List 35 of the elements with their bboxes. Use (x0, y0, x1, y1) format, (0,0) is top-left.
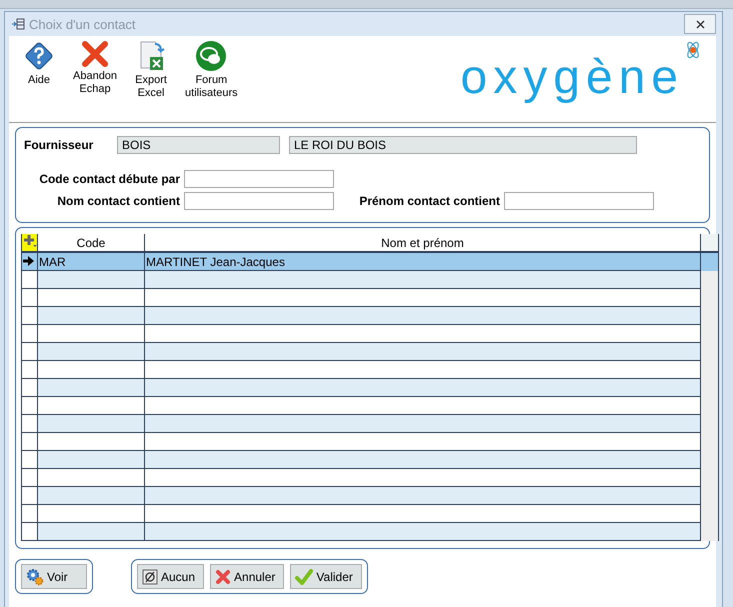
input-field[interactable] (184, 170, 334, 188)
field-label: Fournisseur (24, 138, 94, 152)
supplier-code-field: BOIS (117, 136, 280, 154)
supplier-name-field: LE ROI DU BOIS (289, 136, 637, 154)
row-pointer-icon (23, 256, 34, 266)
logo-text: oxygène (460, 50, 684, 106)
checkmark-icon (295, 568, 314, 584)
action-button[interactable]: Voir (21, 564, 87, 589)
input-field[interactable] (504, 192, 654, 210)
field-label: Code contact débute par (38, 172, 181, 186)
close-button[interactable] (684, 14, 716, 34)
field-label: Prénom contact contient (358, 194, 501, 208)
window-title: Choix d'un contact (29, 16, 137, 32)
gears-icon (26, 568, 44, 586)
toolbar-button[interactable]: Export Excel (129, 40, 174, 100)
close-icon (696, 20, 704, 28)
table-cell: MAR (38, 252, 144, 270)
action-button[interactable]: Valider (290, 564, 362, 589)
input-field[interactable] (184, 192, 334, 210)
chat-bubbles-icon (195, 40, 228, 72)
action-button[interactable]: Aucun (137, 564, 204, 589)
field-label: Nom contact contient (56, 194, 181, 208)
table-cell: MARTINET Jean-Jacques (144, 252, 700, 270)
plus-icon (23, 234, 37, 248)
cross-icon (215, 568, 232, 584)
cross-icon (81, 40, 110, 68)
action-button[interactable]: Annuler (210, 564, 284, 589)
toolbar-button[interactable]: Aide (17, 40, 61, 87)
window-icon (11, 18, 25, 30)
toolbar-button[interactable]: Forum utilisateurs (185, 40, 238, 100)
column-header[interactable]: Nom et prénom (144, 234, 700, 252)
empty-set-icon (142, 568, 158, 584)
add-column-button[interactable] (22, 234, 38, 252)
column-header[interactable]: Code (38, 234, 144, 252)
toolbar-button[interactable]: Abandon Echap (73, 40, 118, 96)
